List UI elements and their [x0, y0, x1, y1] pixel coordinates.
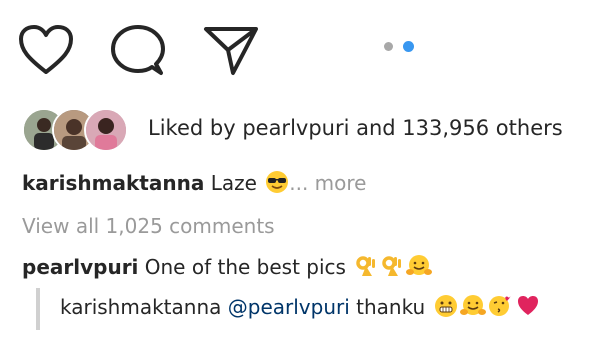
comment-text: One of the best pics [144, 255, 346, 279]
red-heart-icon [516, 294, 540, 323]
caption-username[interactable]: karishmaktanna [22, 171, 204, 195]
heart-icon[interactable] [18, 24, 74, 76]
post-actions-bar [0, 0, 600, 100]
reply-thread-line [36, 288, 40, 330]
kissing-face-icon [488, 294, 514, 323]
liker-avatars[interactable] [22, 108, 134, 152]
carousel-dot-active [403, 41, 414, 52]
comment-item: pearlvpuri One of the best pics [22, 254, 433, 283]
avatar[interactable] [84, 108, 128, 152]
hugging-face-icon [406, 254, 433, 283]
ok-hand-icon [354, 254, 378, 283]
hugging-face-icon [459, 294, 486, 323]
view-all-comments-link[interactable]: View all 1,025 comments [22, 214, 275, 238]
likes-summary[interactable]: Liked by pearlvpuri and 133,956 others [148, 116, 563, 140]
likes-prefix: Liked by [148, 116, 243, 140]
likes-row[interactable]: Liked by pearlvpuri and 133,956 others [22, 108, 582, 152]
post-caption: karishmaktanna Laze ... more [22, 170, 367, 199]
liker-username[interactable]: pearlvpuri [242, 116, 349, 140]
comment-username[interactable]: pearlvpuri [22, 255, 138, 279]
carousel-dot [384, 42, 393, 51]
reply-item: karishmaktanna @pearlvpuri thanku [60, 294, 540, 323]
caption-text: Laze [210, 171, 257, 195]
likes-count[interactable]: and 133,956 others [349, 116, 563, 140]
reply-text: thanku [356, 295, 426, 319]
comment-icon[interactable] [110, 24, 166, 78]
share-icon[interactable] [202, 24, 260, 76]
reply-username[interactable]: karishmaktanna [60, 295, 221, 319]
more-link[interactable]: ... more [289, 171, 366, 195]
sunglasses-face-icon [265, 170, 289, 199]
ok-hand-icon [380, 254, 404, 283]
reply-mention[interactable]: @pearlvpuri [228, 295, 350, 319]
grimacing-face-icon [434, 294, 458, 323]
